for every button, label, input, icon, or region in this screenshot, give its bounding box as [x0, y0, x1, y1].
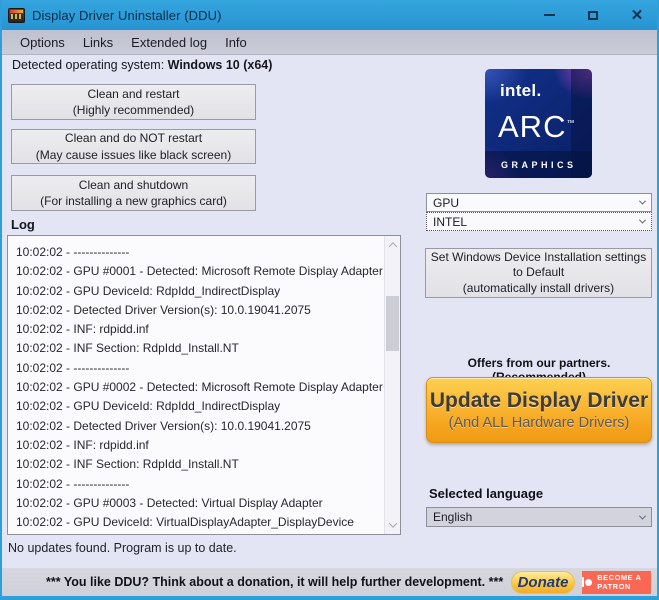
log-entry: 10:02:02 - INF: rdpidd.inf [16, 437, 149, 452]
detected-os-value: Windows 10 (x64) [167, 58, 273, 72]
log-entry: 10:02:02 - Detected Driver Version(s): 1… [16, 302, 311, 317]
chevron-down-icon [638, 216, 647, 224]
log-entry: 10:02:02 - GPU #0002 - Detected: Microso… [16, 380, 383, 395]
clean-restart-button[interactable]: Clean and restart (Highly recommended) [11, 84, 256, 120]
log-entry: 10:02:02 - INF Section: RdpIdd_Install.N… [16, 341, 239, 356]
patron-button-label: BECOME A PATRON [597, 573, 642, 591]
scroll-down-icon[interactable] [385, 517, 400, 533]
log-entry: 10:02:02 - -------------- [16, 245, 130, 259]
maximize-button[interactable] [571, 0, 615, 30]
device-installation-settings-button[interactable]: Set Windows Device Installation settings… [425, 248, 652, 298]
clean-no-restart-button[interactable]: Clean and do NOT restart (May cause issu… [11, 129, 256, 164]
log-entry: 10:02:02 - GPU #0001 - Detected: Microso… [16, 264, 383, 279]
window-title: Display Driver Uninstaller (DDU) [32, 7, 222, 23]
log-scrollbar[interactable] [384, 236, 400, 534]
clean-shutdown-line2: (For installing a new graphics card) [40, 194, 227, 208]
arc-product-text: ARC™ [498, 109, 576, 144]
close-button[interactable]: ✕ [615, 0, 657, 30]
donate-button[interactable]: Donate [511, 570, 575, 594]
update-status-text: No updates found. Program is up to date. [8, 541, 237, 555]
clean-restart-line1: Clean and restart [87, 86, 180, 101]
settings-line1: Set Windows Device Installation settings [430, 249, 647, 264]
clean-shutdown-button[interactable]: Clean and shutdown (For installing a new… [11, 175, 256, 211]
log-entry: 10:02:02 - GPU DeviceId: VirtualDisplayA… [16, 515, 354, 530]
log-entry: 10:02:02 - GPU DeviceId: RdpIdd_Indirect… [16, 283, 281, 298]
menu-options[interactable]: Options [11, 32, 74, 53]
patreon-icon [581, 577, 593, 587]
menu-extended-log[interactable]: Extended log [122, 32, 216, 53]
title-bar: Display Driver Uninstaller (DDU) ✕ [2, 0, 657, 30]
app-window: Display Driver Uninstaller (DDU) ✕ Optio… [0, 0, 659, 600]
menu-links[interactable]: Links [74, 32, 122, 53]
donation-bar: *** You like DDU? Think about a donation… [2, 568, 657, 596]
arc-graphics-text: GRAPHICS [501, 160, 577, 170]
clean-no-restart-line1: Clean and do NOT restart [64, 131, 203, 146]
log-entry: 10:02:02 - -------------- [16, 476, 130, 491]
clean-restart-line2: (Highly recommended) [72, 103, 195, 117]
donation-message: *** You like DDU? Think about a donation… [46, 575, 504, 589]
menu-info[interactable]: Info [216, 32, 256, 53]
log-entry: 10:02:02 - Detected Driver Version(s): 1… [16, 418, 311, 433]
log-entry: 10:02:02 - -------------- [16, 360, 130, 375]
update-display-driver-button[interactable]: Update Display Driver (And ALL Hardware … [426, 377, 652, 443]
settings-line3: (automatically install drivers) [462, 280, 615, 295]
log-list: 10:02:02 - -------------- 10:02:02 - GPU … [8, 236, 384, 534]
scroll-up-icon[interactable] [385, 237, 400, 253]
update-button-line1: Update Display Driver [429, 389, 649, 412]
clean-no-restart-line2: (May cause issues like black screen) [35, 147, 232, 162]
log-entry: 10:02:02 - INF Section: RdpIdd_Install.N… [16, 457, 239, 472]
language-select[interactable]: English [426, 507, 652, 527]
vendor-select[interactable]: INTEL [426, 212, 652, 231]
minimize-button[interactable] [527, 0, 571, 30]
vendor-value: INTEL [433, 214, 468, 229]
update-button-line2: (And ALL Hardware Drivers) [448, 415, 630, 431]
detected-os-label: Detected operating system: [12, 58, 168, 72]
close-icon: ✕ [630, 6, 644, 24]
language-label: Selected language [429, 486, 544, 501]
detected-os-line: Detected operating system: Windows 10 (x… [12, 58, 272, 72]
window-controls: ✕ [527, 0, 657, 30]
language-value: English [433, 510, 473, 524]
log-entry: 10:02:02 - INF: rdpidd.inf [16, 322, 149, 337]
log-entry: 10:02:02 - GPU DeviceId: RdpIdd_Indirect… [16, 399, 281, 414]
minimize-icon [543, 14, 555, 16]
clean-shutdown-line1: Clean and shutdown [78, 177, 189, 192]
scrollbar-thumb[interactable] [386, 296, 399, 351]
arc-trademark: ™ [566, 118, 576, 128]
log-entry: 10:02:02 - GPU #0003 - Detected: Virtual… [16, 495, 323, 510]
intel-arc-logo: intel. ARC™ GRAPHICS [485, 69, 592, 178]
settings-line2: to Default [512, 265, 565, 280]
chevron-down-icon [638, 512, 647, 520]
log-box: 10:02:02 - -------------- 10:02:02 - GPU … [7, 235, 401, 535]
become-patron-button[interactable]: BECOME A PATRON [581, 570, 651, 594]
device-type-value: GPU [433, 195, 460, 210]
log-label: Log [11, 217, 35, 232]
menu-bar: Options Links Extended log Info [2, 30, 657, 55]
chevron-down-icon [638, 197, 647, 205]
intel-brand-text: intel. [500, 81, 542, 100]
maximize-icon [588, 10, 598, 20]
app-icon [8, 7, 25, 23]
device-type-select[interactable]: GPU [426, 193, 652, 212]
